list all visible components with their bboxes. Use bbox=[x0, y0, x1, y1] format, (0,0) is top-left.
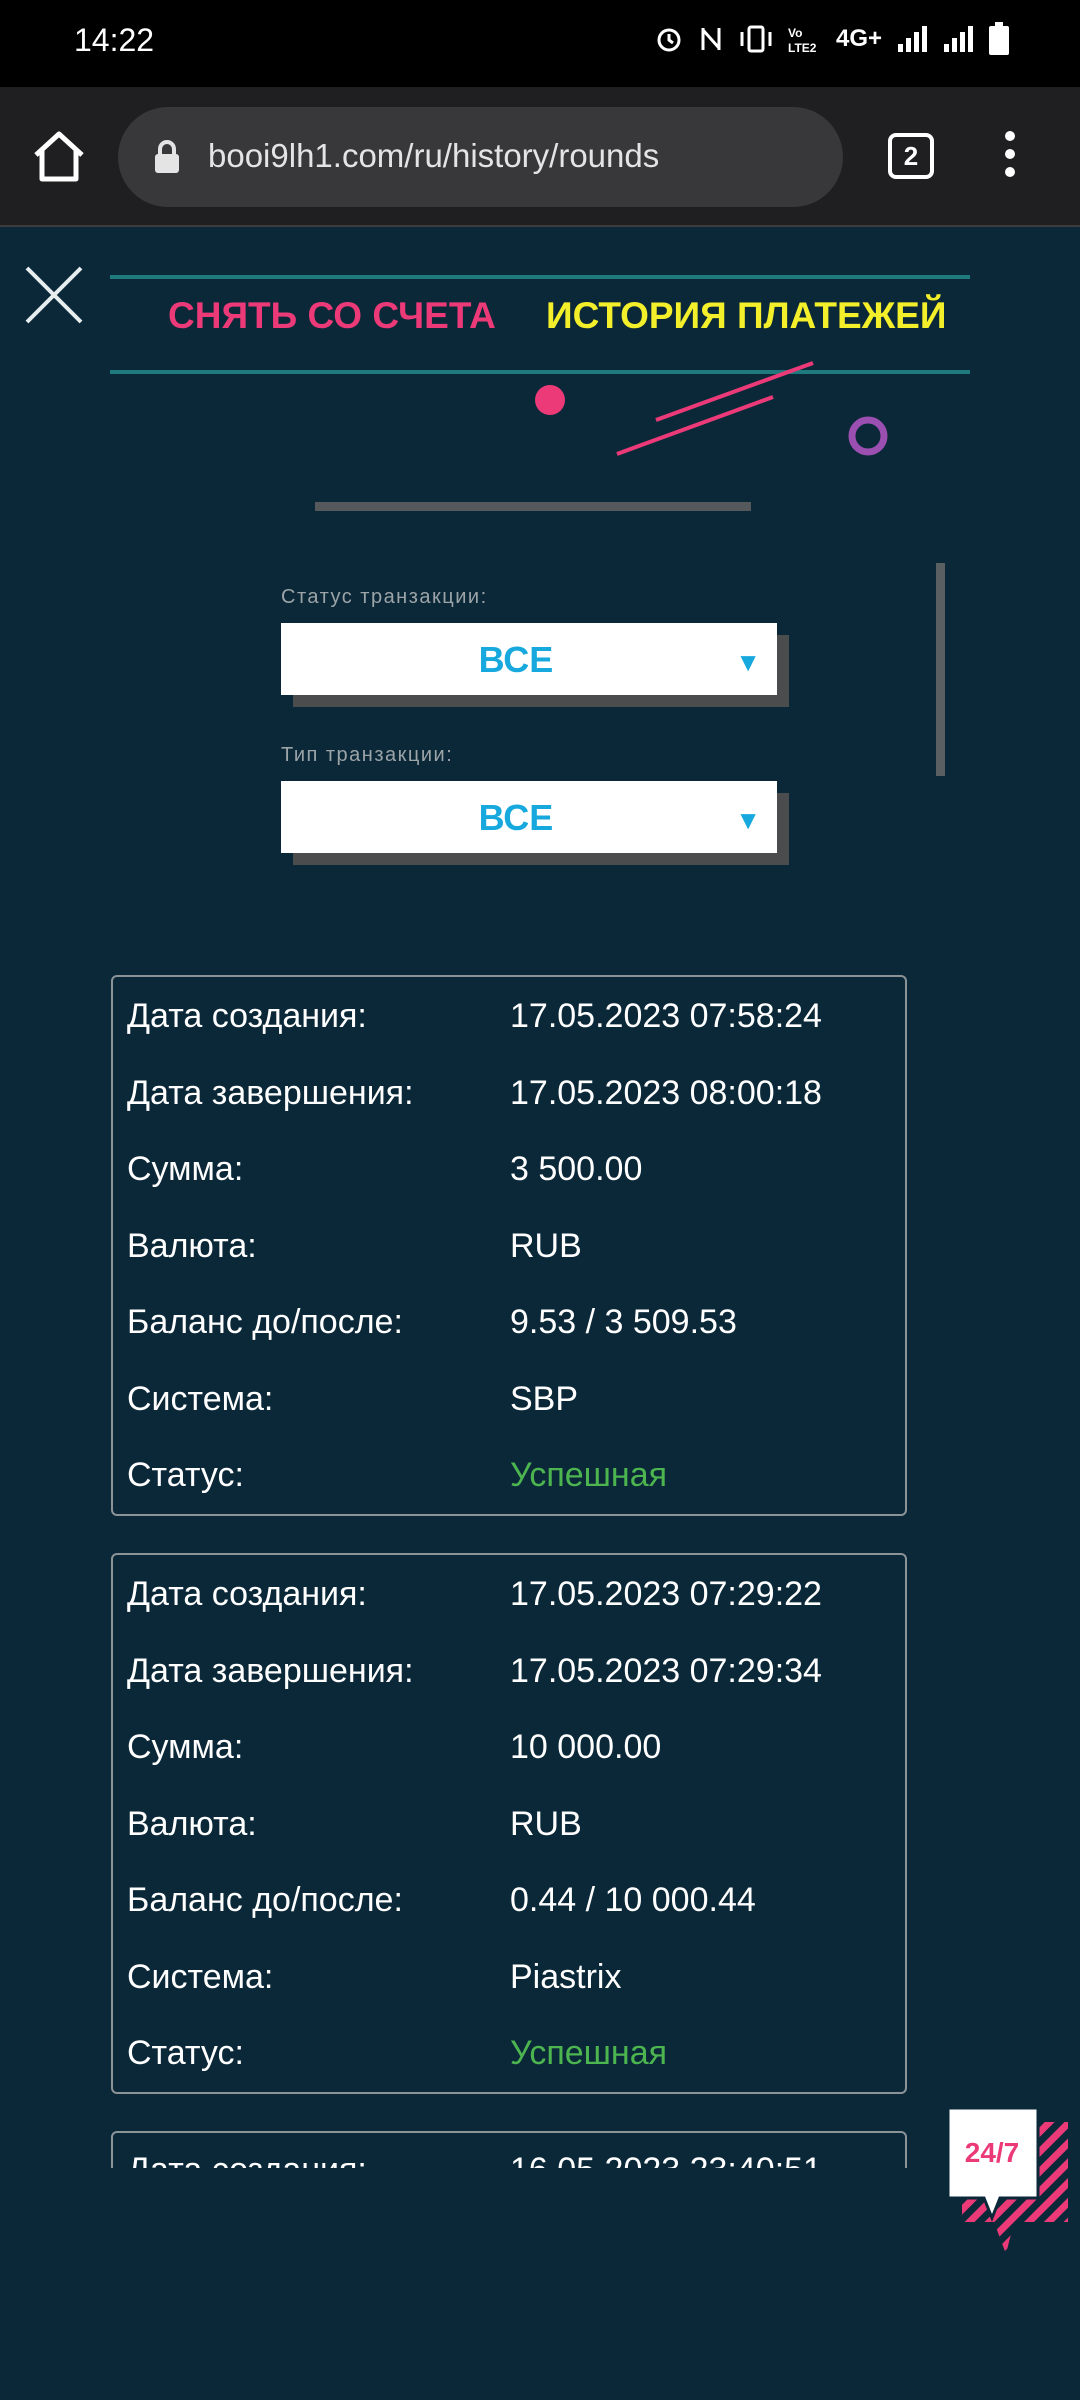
support-chat-button[interactable]: 24/7 bbox=[944, 2104, 1068, 2256]
support-label: 24/7 bbox=[965, 2137, 1020, 2168]
row-system: Система: Piastrix bbox=[127, 1958, 887, 1998]
row-amount: Сумма: 3 500.00 bbox=[127, 1150, 887, 1190]
status-filter-value: ВСЕ bbox=[478, 639, 554, 680]
status-filter-label: Статус транзакции: bbox=[281, 586, 488, 608]
row-completed: Дата завершения: 17.05.2023 08:00:18 bbox=[127, 1074, 887, 1114]
type-filter-label: Тип транзакции: bbox=[281, 744, 454, 766]
type-filter-value: ВСЕ bbox=[478, 797, 554, 838]
status-label: Статус: bbox=[127, 2034, 244, 2072]
dropdown-arrow-icon: ▼ bbox=[735, 647, 761, 677]
system-label: Система: bbox=[127, 1958, 274, 1996]
amount-label: Сумма: bbox=[127, 1728, 244, 1766]
completed-value: 17.05.2023 07:29:34 bbox=[510, 1652, 822, 1690]
completed-value: 17.05.2023 08:00:18 bbox=[510, 1074, 822, 1112]
row-currency: Валюта: RUB bbox=[127, 1805, 887, 1845]
row-created: Дата создания: 17.05.2023 07:29:22 bbox=[127, 1575, 887, 1615]
transaction-card: Дата создания: 17.05.2023 07:29:22 Дата з… bbox=[111, 1553, 907, 2094]
scrollbar[interactable] bbox=[936, 563, 945, 776]
currency-label: Валюта: bbox=[127, 1805, 257, 1843]
row-currency: Валюта: RUB bbox=[127, 1227, 887, 1267]
status-value: Успешная bbox=[510, 1456, 668, 1494]
list-viewport-clip: Дата создания: 16.05.2023 23:40:51 bbox=[0, 2128, 1080, 2168]
completed-label: Дата завершения: bbox=[127, 1652, 414, 1690]
transaction-card: Дата создания: 16.05.2023 23:40:51 bbox=[111, 2131, 907, 2168]
row-balance: Баланс до/после: 9.53 / 3 509.53 bbox=[127, 1303, 887, 1343]
decorative-shapes bbox=[535, 361, 888, 456]
system-value: SBP bbox=[510, 1380, 579, 1418]
status-label: Статус: bbox=[127, 1456, 244, 1494]
created-value: 16.05.2023 23:40:51 bbox=[510, 2151, 822, 2168]
type-filter-select[interactable]: ВСЕ ▼ bbox=[281, 781, 789, 865]
row-status: Статус: Успешная bbox=[127, 1456, 887, 1496]
row-balance: Баланс до/после: 0.44 / 10 000.44 bbox=[127, 1881, 887, 1921]
created-value: 17.05.2023 07:58:24 bbox=[510, 997, 822, 1035]
dropdown-arrow-icon: ▼ bbox=[735, 805, 761, 835]
amount-value: 3 500.00 bbox=[510, 1150, 643, 1188]
row-status: Статус: Успешная bbox=[127, 2034, 887, 2074]
system-value: Piastrix bbox=[510, 1958, 622, 1996]
completed-label: Дата завершения: bbox=[127, 1074, 414, 1112]
row-completed: Дата завершения: 17.05.2023 07:29:34 bbox=[127, 1652, 887, 1692]
balance-value: 9.53 / 3 509.53 bbox=[510, 1303, 737, 1341]
created-label: Дата создания: bbox=[127, 2151, 367, 2168]
row-system: Система: SBP bbox=[127, 1380, 887, 1420]
system-label: Система: bbox=[127, 1380, 274, 1418]
currency-value: RUB bbox=[510, 1227, 582, 1265]
balance-label: Баланс до/после: bbox=[127, 1881, 403, 1919]
amount-label: Сумма: bbox=[127, 1150, 244, 1188]
status-filter-select[interactable]: ВСЕ ▼ bbox=[281, 623, 789, 707]
row-amount: Сумма: 10 000.00 bbox=[127, 1728, 887, 1768]
row-created: Дата создания: 17.05.2023 07:58:24 bbox=[127, 997, 887, 1037]
balance-value: 0.44 / 10 000.44 bbox=[510, 1881, 756, 1919]
balance-label: Баланс до/после: bbox=[127, 1303, 403, 1341]
transaction-card: Дата создания: 17.05.2023 07:58:24 Дата з… bbox=[111, 975, 907, 1516]
currency-label: Валюта: bbox=[127, 1227, 257, 1265]
status-value: Успешная bbox=[510, 2034, 668, 2072]
created-value: 17.05.2023 07:29:22 bbox=[510, 1575, 822, 1613]
created-label: Дата создания: bbox=[127, 1575, 367, 1613]
currency-value: RUB bbox=[510, 1805, 582, 1843]
divider-bar bbox=[315, 502, 751, 511]
created-label: Дата создания: bbox=[127, 997, 367, 1035]
amount-value: 10 000.00 bbox=[510, 1728, 662, 1766]
row-created: Дата создания: 16.05.2023 23:40:51 bbox=[127, 2151, 887, 2168]
